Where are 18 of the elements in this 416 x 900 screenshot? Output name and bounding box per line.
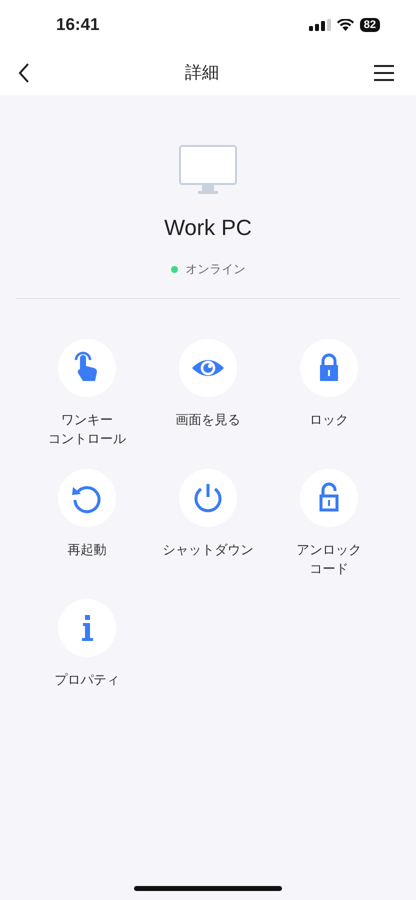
signal-icon (308, 19, 331, 31)
action-label: アンロック コード (296, 542, 362, 579)
back-icon[interactable] (18, 62, 30, 82)
info-icon (80, 614, 94, 642)
monitor-icon (179, 145, 237, 195)
battery-level: 82 (360, 18, 380, 32)
device-status: オンライン (186, 261, 246, 278)
action-label: 画面を見る (176, 412, 240, 430)
action-label: ロック (310, 412, 348, 430)
menu-icon[interactable] (374, 64, 394, 80)
action-label: プロパティ (54, 672, 120, 690)
action-label: 再起動 (68, 542, 106, 560)
action-label: ワンキー コントロール (48, 412, 126, 449)
wifi-icon (336, 19, 354, 31)
page-title: 詳細 (185, 62, 219, 84)
device-name: Work PC (164, 215, 252, 241)
action-label: シャットダウン (162, 542, 254, 560)
status-time: 16:41 (56, 15, 100, 35)
